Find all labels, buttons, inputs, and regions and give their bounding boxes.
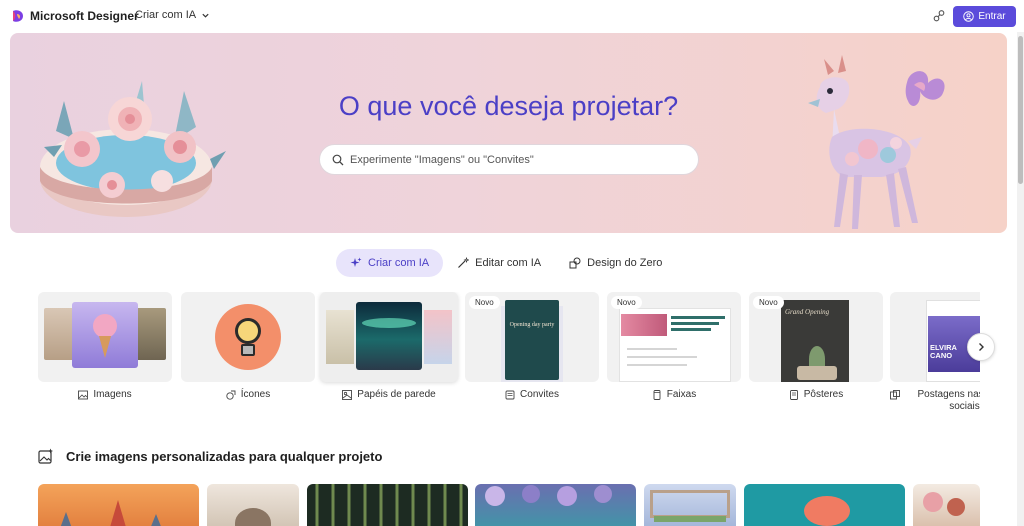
icons-icon xyxy=(226,390,236,400)
card-social-posts-label: Postagens nas redes sociais xyxy=(917,389,980,412)
carousel-next-button[interactable] xyxy=(967,333,995,361)
card-icons-preview xyxy=(181,292,315,382)
section-title: Crie imagens personalizadas para qualque… xyxy=(66,448,383,464)
gallery-image-4[interactable] xyxy=(475,484,636,526)
card-invitations-label: Convites xyxy=(520,389,559,400)
tab-design-from-scratch[interactable]: Design do Zero xyxy=(555,249,676,277)
scrollbar-thumb[interactable] xyxy=(1018,36,1023,184)
search-icon xyxy=(332,154,344,166)
card-posters[interactable]: Grand Opening Novo Pôsteres xyxy=(749,292,883,401)
gallery-image-4-art xyxy=(485,485,612,506)
card-banners[interactable]: Novo Faixas xyxy=(607,292,741,401)
tab-edit-with-ai[interactable]: Editar com IA xyxy=(443,249,555,277)
card-banners-label: Faixas xyxy=(666,389,697,400)
login-button[interactable]: Entrar xyxy=(953,6,1016,27)
card-posters-preview: Grand Opening Novo xyxy=(749,292,883,382)
user-circle-icon xyxy=(963,11,975,22)
tab-design-from-scratch-label: Design do Zero xyxy=(587,257,663,269)
card-wallpapers-label-row: Papéis de parede xyxy=(320,389,458,401)
tab-create-with-ai-label: Criar com IA xyxy=(368,257,430,269)
hero-search-input[interactable] xyxy=(350,150,690,170)
card-icons-label-row: Ícones xyxy=(181,389,315,401)
card-social-posts[interactable]: ELVIRA CANO Postagens nas redes sociais xyxy=(890,292,980,413)
brand-name[interactable]: Microsoft Designer xyxy=(30,9,139,23)
card-wallpapers-label: Papéis de parede xyxy=(357,389,436,400)
chevron-right-icon xyxy=(979,343,984,351)
card-wallpapers[interactable]: Papéis de parede xyxy=(320,292,458,401)
sparkle-icon xyxy=(350,257,362,267)
poster-card-text: Grand Opening xyxy=(785,308,830,316)
shapes-icon xyxy=(569,257,581,269)
invitation-card-text: Opening day party xyxy=(509,322,555,328)
card-invitations-label-row: Convites xyxy=(465,389,599,401)
paper-flower-island-illustration xyxy=(40,81,226,217)
top-bar: Microsoft Designer Criar com IA Entrar xyxy=(0,0,1024,32)
social-post-icon xyxy=(890,390,900,400)
gallery-image-6[interactable] xyxy=(744,484,905,526)
card-images-label: Imagens xyxy=(93,389,132,400)
magic-wand-icon xyxy=(458,257,470,268)
card-posters-label: Pôsteres xyxy=(803,389,844,400)
paper-deer-butterfly-illustration xyxy=(808,55,945,229)
invitation-icon xyxy=(505,390,515,400)
share-icon[interactable] xyxy=(932,9,946,23)
card-icons-label: Ícones xyxy=(240,389,271,400)
card-wallpapers-preview xyxy=(320,292,458,382)
new-badge: Novo xyxy=(611,296,642,309)
card-banners-label-row: Faixas xyxy=(607,389,741,401)
mode-tabs: Criar com IA Editar com IA Design do Zer… xyxy=(336,249,676,277)
gallery-image-2[interactable] xyxy=(207,484,299,526)
create-with-ai-menu-label: Criar com IA xyxy=(135,9,197,21)
gallery-image-1-art xyxy=(60,500,161,526)
wallpaper-icon xyxy=(342,390,353,400)
card-banners-preview: Novo xyxy=(607,292,741,382)
hero-banner: O que você deseja projetar? xyxy=(10,33,1007,233)
create-with-ai-menu[interactable]: Criar com IA xyxy=(135,9,210,21)
card-images-preview xyxy=(38,292,172,382)
gallery-image-5[interactable] xyxy=(644,484,736,526)
card-images[interactable]: Imagens xyxy=(38,292,172,401)
card-posters-label-row: Pôsteres xyxy=(749,389,883,401)
gallery-image-1[interactable] xyxy=(38,484,199,526)
category-carousel: Imagens Ícones Papéis de parede Opening … xyxy=(38,292,980,420)
card-icons[interactable]: Ícones xyxy=(181,292,315,401)
image-icon xyxy=(78,390,89,400)
banner-icon xyxy=(653,390,661,400)
login-button-label: Entrar xyxy=(978,11,1006,22)
hero-search-bar[interactable] xyxy=(319,144,699,175)
card-invitations[interactable]: Opening day party Novo Convites xyxy=(465,292,599,401)
card-images-label-row: Imagens xyxy=(38,389,172,401)
tab-edit-with-ai-label: Editar com IA xyxy=(475,257,542,269)
card-invitations-preview: Opening day party Novo xyxy=(465,292,599,382)
gallery-image-3-art xyxy=(315,484,463,526)
chevron-down-icon xyxy=(202,13,209,18)
card-social-posts-label-row: Postagens nas redes sociais xyxy=(890,389,980,413)
gallery-image-3[interactable] xyxy=(307,484,468,526)
gallery-image-7[interactable] xyxy=(913,484,980,526)
section-heading: Crie imagens personalizadas para qualque… xyxy=(38,448,382,464)
image-sparkle-icon xyxy=(38,448,53,464)
tab-create-with-ai[interactable]: Criar com IA xyxy=(336,249,444,277)
image-gallery xyxy=(38,484,980,526)
new-badge: Novo xyxy=(469,296,500,309)
poster-icon xyxy=(789,390,798,400)
new-badge: Novo xyxy=(753,296,784,309)
designer-logo-icon xyxy=(13,10,23,22)
card-social-posts-preview: ELVIRA CANO xyxy=(890,292,980,382)
